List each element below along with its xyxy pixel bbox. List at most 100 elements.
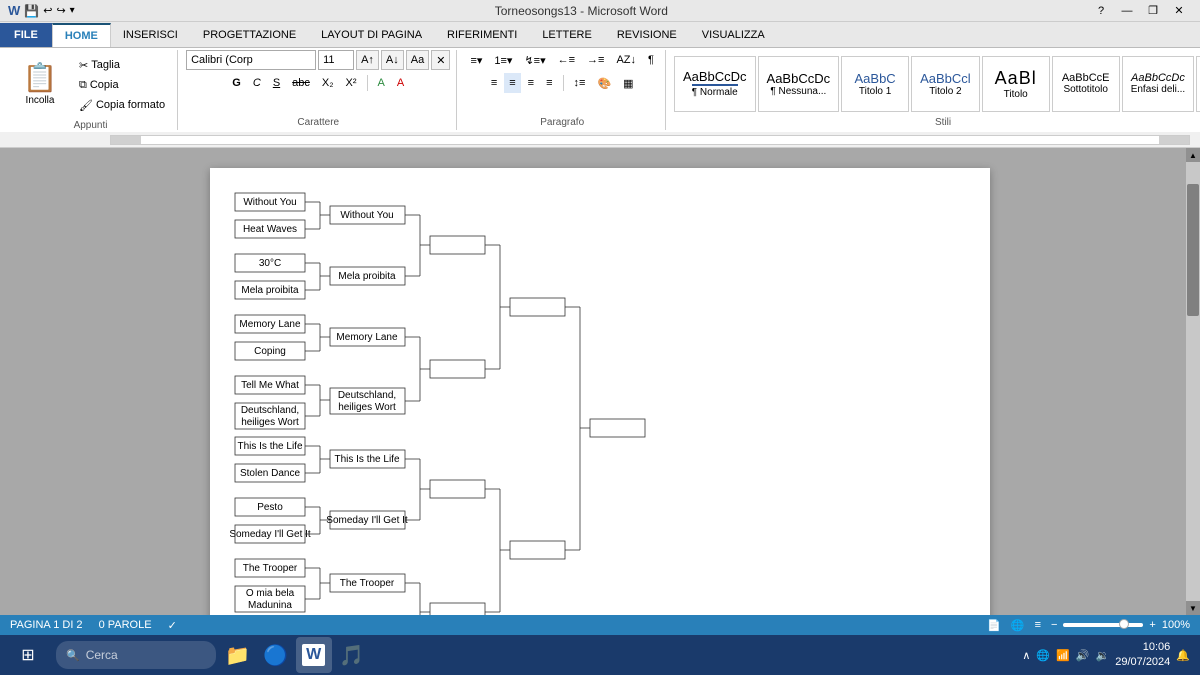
num-list-btn[interactable]: 1≡▾ [489,50,517,70]
taskbar-word-btn[interactable]: W [296,637,332,673]
tab-progettazione[interactable]: PROGETTAZIONE [191,22,309,47]
grow-font-btn[interactable]: A↑ [356,50,379,70]
taskbar-chrome-btn[interactable]: 🔵 [258,637,294,673]
align-right-btn[interactable]: ≡ [523,73,539,93]
font-color-btn[interactable]: A [392,73,409,93]
bold-btn[interactable]: G [227,73,246,93]
justify-btn[interactable]: ≡ [541,73,557,93]
style-titolo1[interactable]: AaBbC Titolo 1 [841,56,909,112]
style-titolo2[interactable]: AaBbCcl Titolo 2 [911,56,980,112]
taskbar-right: ∧ 🌐 📶 🔊 🔉 10:06 29/07/2024 🔔 [1022,640,1200,671]
style-nessuna[interactable]: AaBbCcDc ¶ Nessuna... [758,56,840,112]
sort-btn[interactable]: AZ↓ [611,50,641,70]
scroll-up-btn[interactable]: ▲ [1186,148,1200,162]
tab-visualizza[interactable]: VISUALIZZA [690,22,778,47]
view-web-btn[interactable]: 🌐 [1011,619,1025,632]
taskbar-files-btn[interactable]: 📁 [220,637,256,673]
align-left-btn[interactable]: ≡ [486,73,502,93]
clear-format-btn[interactable]: ✕ [431,50,450,70]
tab-layout[interactable]: LAYOUT DI PAGINA [309,22,435,47]
r2-trooper: The Trooper [340,578,395,589]
scroll-track [1186,162,1200,601]
underline-btn[interactable]: S [268,73,285,93]
notification-btn[interactable]: 🔔 [1176,649,1190,662]
multi-list-btn[interactable]: ↯≡▾ [519,50,550,70]
word-icon: W [8,3,20,18]
taskbar-search-input[interactable] [86,648,206,662]
zoom-slider[interactable] [1063,623,1143,627]
word-window: W 💾 ↩ ↪ ▾ Torneosongs13 - Microsoft Word… [0,0,1200,635]
quick-save[interactable]: 💾 [24,4,39,18]
paste-button[interactable]: 📋 Incolla [10,50,70,120]
r1-stolen-dance: Stolen Dance [240,468,300,479]
cut-btn[interactable]: ✂ Taglia [73,56,171,75]
network-icon[interactable]: 🌐 [1036,649,1050,662]
style-sottotitolo[interactable]: AaBbCcE Sottotitolo [1052,56,1120,112]
help-btn[interactable]: ? [1088,2,1114,20]
tab-inserisci[interactable]: INSERISCI [111,22,191,47]
ruler-margin-right [1159,136,1189,144]
indent-dec-btn[interactable]: ←≡ [553,50,580,70]
view-print-btn[interactable]: 📄 [987,619,1001,632]
redo-btn[interactable]: ↪ [56,4,65,17]
style-enfasi[interactable]: AaBbCcDc Enfasi deli... [1122,56,1194,112]
clipboard-group-content: 📋 Incolla ✂ Taglia ⧉ Copia 🖌 Copia forma… [10,50,171,120]
styles-scroll[interactable]: ▲ ▼ ⊞ [1196,56,1200,112]
border-btn[interactable]: ▦ [618,73,638,93]
time-block[interactable]: 10:06 29/07/2024 [1115,640,1170,671]
volume-icon[interactable]: 🔊 [1076,649,1090,662]
zoom-out-btn[interactable]: − [1051,619,1057,631]
superscript-btn[interactable]: X² [341,73,362,93]
scroll-thumb[interactable] [1187,184,1199,316]
r1-trooper: The Trooper [243,563,298,574]
start-button[interactable]: ⊞ [4,637,52,673]
style-titolo[interactable]: AaBl Titolo [982,56,1050,112]
tab-lettere[interactable]: LETTERE [530,22,605,47]
clock-time: 10:06 [1115,640,1170,655]
tab-home[interactable]: HOME [52,23,111,47]
taskbar-search[interactable]: 🔍 [56,641,216,669]
highlight-btn[interactable]: A [373,73,390,93]
indent-inc-btn[interactable]: →≡ [582,50,609,70]
style-normal[interactable]: AaBbCcDc ¶ Normale [674,56,756,112]
speaker-icon: 🔉 [1096,649,1110,662]
sep1 [367,75,368,91]
shrink-font-btn[interactable]: A↓ [381,50,404,70]
tab-riferimenti[interactable]: RIFERIMENTI [435,22,530,47]
font-name-input[interactable] [186,50,316,70]
zoom-in-btn[interactable]: + [1149,619,1155,631]
font-size-input[interactable] [318,50,354,70]
style-normal-label: ¶ Normale [692,84,738,98]
format-paint-btn[interactable]: 🖌 Copia formato [73,96,171,115]
copy-btn[interactable]: ⧉ Copia [73,76,171,95]
r2-without-you: Without You [340,210,393,221]
line-spacing-btn[interactable]: ↕≡ [569,73,591,93]
bullet-list-btn[interactable]: ≡▾ [465,50,487,70]
r1-heat-waves: Heat Waves [243,224,297,235]
pilcrow-btn[interactable]: ¶ [643,50,659,70]
close-btn[interactable]: ✕ [1166,2,1192,20]
shading-btn[interactable]: 🎨 [592,73,616,93]
tray-expand-btn[interactable]: ∧ [1022,649,1030,662]
undo-btn[interactable]: ↩ [43,4,52,17]
minimize-btn[interactable]: — [1114,2,1140,20]
r1-memory-lane: Memory Lane [239,319,301,330]
align-center-btn[interactable]: ≡ [504,73,520,93]
view-outline-btn[interactable]: ≡ [1035,619,1041,631]
r1-tell-me-what: Tell Me What [241,380,299,391]
proofing-icon[interactable]: ✓ [168,619,177,632]
scroll-down-btn[interactable]: ▼ [1186,601,1200,615]
style-sottotitolo-label: Sottotitolo [1063,84,1107,95]
paint-icon: 🖌 [79,99,93,112]
vertical-scrollbar[interactable]: ▲ ▼ [1186,148,1200,615]
document-area[interactable]: Without You Heat Waves 30°C Mela proibit… [0,148,1200,615]
taskbar-spotify-btn[interactable]: 🎵 [334,637,370,673]
tab-file[interactable]: FILE [0,23,52,47]
maximize-btn[interactable]: ❐ [1140,2,1166,20]
subscript-btn[interactable]: X₂ [317,73,339,93]
case-btn[interactable]: Aa [406,50,429,70]
strikethrough-btn[interactable]: abc [287,73,315,93]
tab-revisione[interactable]: REVISIONE [605,22,690,47]
zoom-thumb[interactable] [1119,619,1129,629]
italic-btn[interactable]: C [248,73,266,93]
